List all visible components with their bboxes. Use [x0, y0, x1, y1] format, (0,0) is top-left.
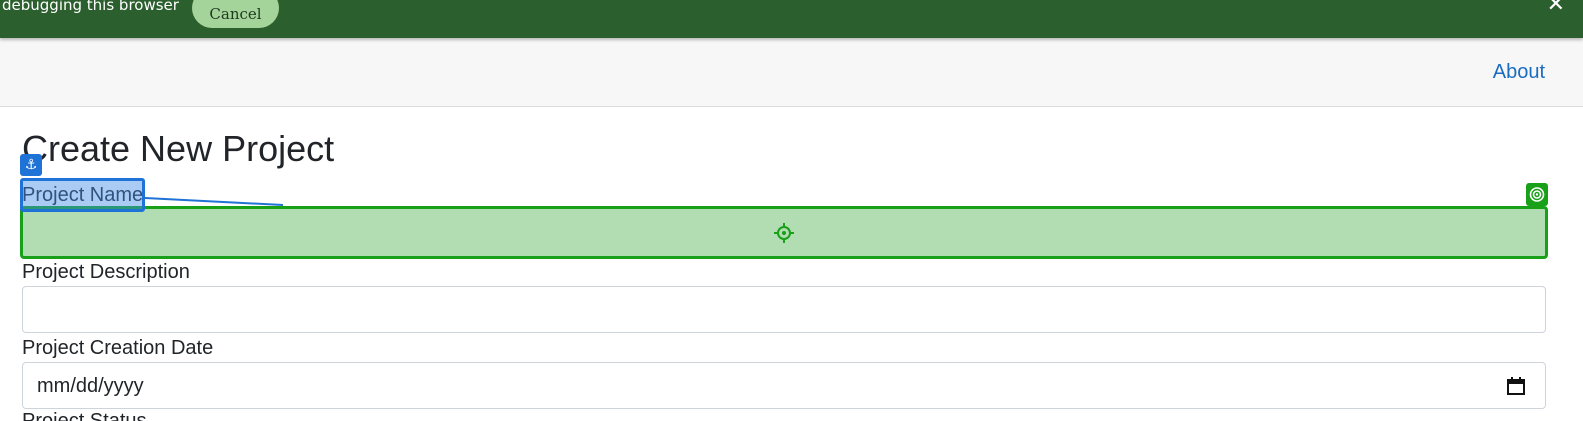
anchor-icon: ⚓ [20, 154, 42, 176]
project-creation-date-input[interactable] [22, 362, 1546, 409]
project-description-label: Project Description [22, 261, 190, 283]
crosshair-icon [774, 223, 794, 243]
debug-banner: debugging this browser Cancel ✕ [0, 0, 1583, 38]
debug-banner-text: debugging this browser [2, 0, 179, 14]
project-status-label: Project Status [22, 410, 147, 421]
project-creation-date-label: Project Creation Date [22, 337, 214, 359]
page-title: Create New Project [22, 128, 335, 169]
project-description-input[interactable] [22, 286, 1546, 333]
target-badge [1526, 183, 1548, 206]
close-icon[interactable]: ✕ [1547, 0, 1565, 15]
target-icon [1529, 187, 1545, 202]
cancel-button[interactable]: Cancel [192, 0, 279, 28]
calendar-icon[interactable] [1506, 376, 1526, 396]
anchor-label-highlight [20, 178, 145, 212]
navbar: About [0, 38, 1583, 107]
nav-link-about[interactable]: About [1493, 61, 1545, 84]
date-placeholder: mm/dd/yyyy [37, 375, 144, 397]
